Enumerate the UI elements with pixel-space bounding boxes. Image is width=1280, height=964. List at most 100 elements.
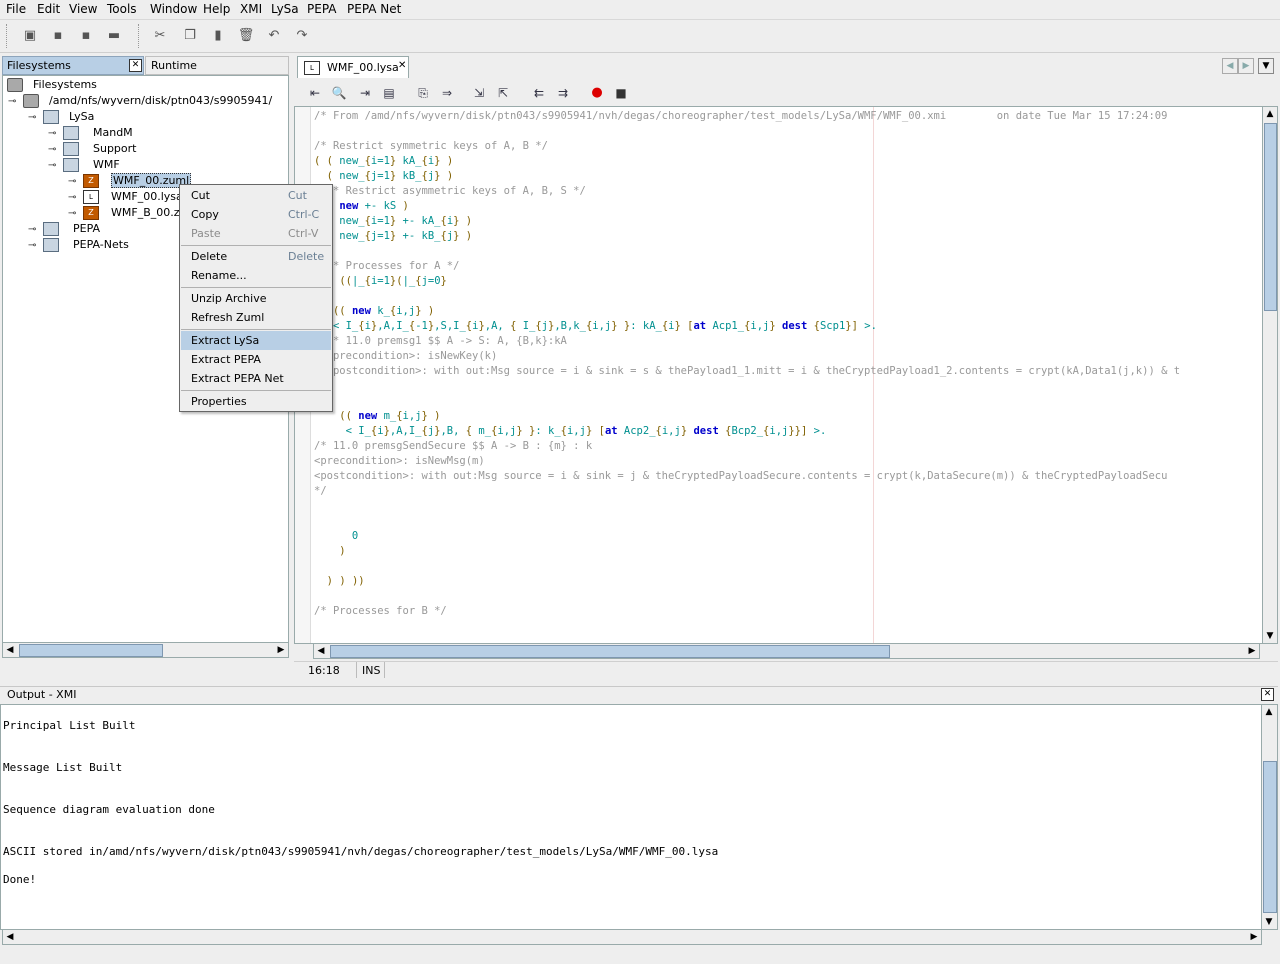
collapse-icon[interactable]: ⊸	[8, 96, 16, 107]
scroll-thumb[interactable]	[330, 645, 890, 658]
code-line: ( ((|_{i=1}(|_{j=0}	[327, 275, 447, 287]
next-bookmark-icon[interactable]: ⇒	[438, 85, 456, 101]
scroll-left-icon[interactable]: ◀	[3, 643, 17, 657]
menu-pepa-net[interactable]: PEPA Net	[347, 2, 401, 16]
folder-icon	[43, 222, 59, 236]
code-line: /* Restrict asymmetric keys of A, B, S *…	[314, 185, 586, 197]
prev-match-icon[interactable]: ⇲	[470, 85, 488, 101]
expand-icon[interactable]: ⊸	[68, 176, 76, 187]
redo-icon[interactable]: ↷	[292, 26, 312, 46]
tree-horizontal-scrollbar[interactable]: ◀ ▶	[2, 642, 289, 658]
code-line: < I_{i},A,I_{j},B, { m_{i,j} }: k_{i,j} …	[314, 425, 827, 437]
menu-item-refresh-zuml[interactable]: Refresh Zuml	[181, 308, 331, 327]
close-icon[interactable]: ✕	[1261, 688, 1274, 701]
scroll-right-icon[interactable]: ▶	[1247, 930, 1261, 944]
tree-node-filesystems[interactable]: Filesystems	[7, 77, 97, 93]
close-tab-icon[interactable]: ✕	[398, 60, 406, 71]
output-vertical-scrollbar[interactable]: ▲ ▼	[1261, 704, 1278, 930]
tab-wmf00-lysa[interactable]: L WMF_00.lysa ✕	[297, 56, 409, 78]
menu-item-unzip-archive[interactable]: Unzip Archive	[181, 289, 331, 308]
menu-item-extract-pepa[interactable]: Extract PEPA	[181, 350, 331, 369]
delete-icon[interactable]: 🗑	[236, 26, 256, 46]
menu-item-extract-lysa[interactable]: Extract LySa	[181, 331, 331, 350]
scroll-thumb[interactable]	[19, 644, 163, 657]
menu-tools[interactable]: Tools	[107, 2, 137, 16]
scroll-right-icon[interactable]: ▶	[274, 643, 288, 657]
expand-icon[interactable]: ⊸	[28, 240, 36, 251]
save-icon[interactable]: ▪	[48, 26, 68, 46]
scroll-tabs-right-icon[interactable]: ▶	[1238, 58, 1254, 74]
tree-node-wmf00-zuml[interactable]: Z WMF_00.zuml	[83, 173, 192, 189]
editor-vertical-scrollbar[interactable]: ▲ ▼	[1262, 106, 1278, 644]
menu-pepa[interactable]: PEPA	[307, 2, 337, 16]
menu-window[interactable]: Window	[150, 2, 197, 16]
scroll-left-icon[interactable]: ◀	[314, 644, 328, 658]
tree-node-wmfb00-zuml[interactable]: Z WMF_B_00.zu	[83, 205, 186, 221]
undo-icon[interactable]: ↶	[264, 26, 284, 46]
scroll-thumb[interactable]	[1263, 761, 1277, 913]
menu-help[interactable]: Help	[203, 2, 230, 16]
menu-lysa[interactable]: LySa	[271, 2, 299, 16]
back-icon[interactable]: ⇤	[306, 85, 324, 101]
cut-icon[interactable]: ✂	[150, 26, 170, 46]
tree-node-mandm[interactable]: MandM	[63, 125, 133, 141]
tree-node-pepa-nets[interactable]: PEPA-Nets	[43, 237, 129, 253]
tree-node-pepa[interactable]: PEPA	[43, 221, 100, 237]
tab-list-dropdown-icon[interactable]: ▼	[1258, 58, 1274, 74]
bookmark-icon[interactable]: ⎘	[414, 85, 432, 101]
scroll-up-icon[interactable]: ▲	[1263, 107, 1277, 121]
tree-node-wmf[interactable]: WMF	[63, 157, 120, 173]
menu-xmi[interactable]: XMI	[240, 2, 262, 16]
new-file-icon[interactable]: ▣	[20, 26, 40, 46]
tree-node-lysa[interactable]: LySa	[43, 109, 94, 125]
expand-icon[interactable]: ⊸	[48, 144, 56, 155]
menu-edit[interactable]: Edit	[37, 2, 60, 16]
stop-macro-icon[interactable]: ■	[612, 85, 630, 101]
expand-icon[interactable]: ⊸	[68, 192, 76, 203]
close-icon[interactable]: ✕	[129, 59, 142, 72]
next-match-icon[interactable]: ⇱	[494, 85, 512, 101]
menu-item-rename[interactable]: Rename...	[181, 266, 331, 285]
save-all-icon[interactable]: ▪	[76, 26, 96, 46]
code-line: < I_{i},A,I_{-1},S,I_{i},A, { I_{j},B,k_…	[314, 320, 877, 332]
output-horizontal-scrollbar[interactable]: ◀ ▶	[2, 929, 1262, 945]
paste-icon[interactable]: ▮	[208, 26, 228, 46]
scroll-right-icon[interactable]: ▶	[1245, 644, 1259, 658]
expand-icon[interactable]: ⊸	[28, 224, 36, 235]
record-macro-icon[interactable]: ●	[588, 85, 606, 101]
scroll-left-icon[interactable]: ◀	[3, 930, 17, 944]
folder-icon	[63, 142, 79, 156]
menu-item-extract-pepa-net[interactable]: Extract PEPA Net	[181, 369, 331, 388]
collapse-icon[interactable]: ⊸	[28, 112, 36, 123]
menu-item-cut[interactable]: Cut Cut	[181, 186, 331, 205]
print-icon[interactable]: ▬	[104, 26, 124, 46]
scroll-up-icon[interactable]: ▲	[1262, 705, 1276, 719]
menu-item-delete[interactable]: Delete Delete	[181, 247, 331, 266]
toggle-highlight-icon[interactable]: ▤	[380, 85, 398, 101]
menu-view[interactable]: View	[69, 2, 97, 16]
tree-node-support[interactable]: Support	[63, 141, 136, 157]
shift-right-icon[interactable]: ⇉	[554, 85, 572, 101]
expand-icon[interactable]: ⊸	[68, 208, 76, 219]
tree-node-wmf00-lysa[interactable]: L WMF_00.lysa	[83, 189, 183, 205]
shift-left-icon[interactable]: ⇇	[530, 85, 548, 101]
find-icon[interactable]: 🔍	[330, 85, 348, 101]
tree-node-mount[interactable]: /amd/nfs/wyvern/disk/ptn043/s9905941/	[23, 93, 272, 109]
menu-item-paste[interactable]: Paste Ctrl-V	[181, 224, 331, 243]
tab-filesystems[interactable]: Filesystems ✕	[2, 56, 144, 75]
expand-icon[interactable]: ⊸	[48, 128, 56, 139]
editor-horizontal-scrollbar[interactable]: ◀ ▶	[313, 643, 1260, 659]
output-console[interactable]: Principal List Built Message List Built …	[0, 704, 1262, 930]
menu-item-copy[interactable]: Copy Ctrl-C	[181, 205, 331, 224]
scroll-tabs-left-icon[interactable]: ◀	[1222, 58, 1238, 74]
code-editor[interactable]: /* From /amd/nfs/wyvern/disk/ptn043/s990…	[294, 106, 1264, 644]
tab-runtime[interactable]: Runtime	[145, 56, 289, 75]
scroll-thumb[interactable]	[1264, 123, 1277, 311]
menu-item-properties[interactable]: Properties	[181, 392, 331, 411]
menu-file[interactable]: File	[6, 2, 26, 16]
find-next-icon[interactable]: ⇥	[356, 85, 374, 101]
scroll-down-icon[interactable]: ▼	[1262, 915, 1276, 929]
collapse-icon[interactable]: ⊸	[48, 160, 56, 171]
copy-icon[interactable]: ❐	[180, 26, 200, 46]
scroll-down-icon[interactable]: ▼	[1263, 629, 1277, 643]
